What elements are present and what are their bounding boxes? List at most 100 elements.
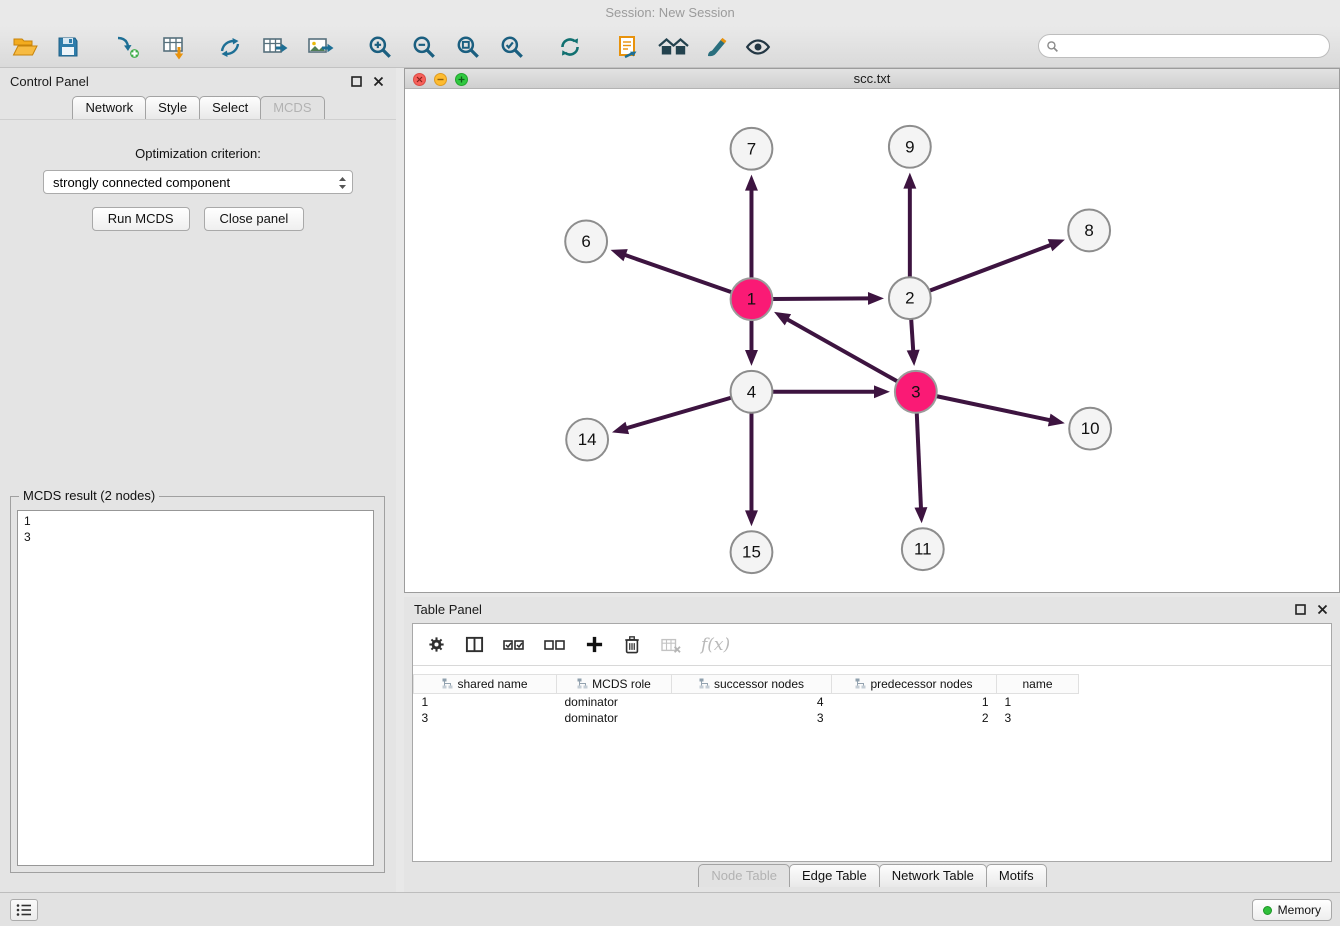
svg-text:8: 8 [1084,221,1093,240]
criterion-select-value: strongly connected component [53,175,230,190]
zoom-in-button[interactable] [365,32,395,62]
style-brush-button[interactable] [702,32,732,62]
tab-mcds[interactable]: MCDS [260,96,324,119]
column-header-predecessor-nodes[interactable]: predecessor nodes [832,675,997,694]
tab-node-table[interactable]: Node Table [698,864,790,887]
graph-edge-1-7 [745,175,758,279]
save-button[interactable] [53,32,83,62]
tab-select[interactable]: Select [199,96,261,119]
cell-predecessor-nodes[interactable]: 2 [832,710,997,726]
split-panel-button[interactable] [465,635,484,654]
import-table-button[interactable] [159,32,189,62]
graph-node-1[interactable]: 1 [731,278,773,320]
float-window-icon [1295,604,1306,615]
split-columns-icon [465,635,484,654]
memory-button[interactable]: Memory [1252,899,1332,921]
zoom-out-button[interactable] [409,32,439,62]
import-network-button[interactable] [113,32,143,62]
network-window-title: scc.txt [854,71,891,86]
cell-successor-nodes[interactable]: 4 [672,694,832,710]
zoom-selected-button[interactable] [497,32,527,62]
graph-node-9[interactable]: 9 [889,126,931,168]
search-field [1038,34,1330,58]
cell-successor-nodes[interactable]: 3 [672,710,832,726]
tab-network-table[interactable]: Network Table [879,864,987,887]
cell-predecessor-nodes[interactable]: 1 [832,694,997,710]
table-settings-button[interactable] [427,635,446,654]
table-toolbar: f(x) [413,624,1331,666]
column-header-successor-nodes[interactable]: successor nodes [672,675,832,694]
close-panel-pushbutton[interactable]: Close panel [204,207,305,231]
cell-mcds-role[interactable]: dominator [557,694,672,710]
export-table-button[interactable] [260,32,290,62]
minimize-window-button[interactable] [434,72,447,85]
task-history-button[interactable] [10,899,38,921]
column-header-name[interactable]: name [997,675,1079,694]
graph-node-8[interactable]: 8 [1068,210,1110,252]
window-titlebar: Session: New Session [0,0,1340,26]
copy-view-icon [616,34,640,60]
graph-node-15[interactable]: 15 [731,531,773,573]
export-image-button[interactable] [305,32,335,62]
network-canvas[interactable]: 7 9 6 8 1 2 4 3 14 10 15 11 [405,89,1339,592]
column-header-shared-name[interactable]: shared name [414,675,557,694]
control-panel-title: Control Panel [10,74,342,89]
table-panel-title: Table Panel [414,602,1286,617]
table-row[interactable]: 1 dominator 4 1 1 [414,694,1079,710]
graph-node-11[interactable]: 11 [902,528,944,570]
graph-node-3[interactable]: 3 [895,371,937,413]
network-share-icon [217,34,243,60]
optimization-criterion-label: Optimization criterion: [0,146,396,161]
cell-shared-name[interactable]: 3 [414,710,557,726]
graph-node-10[interactable]: 10 [1069,408,1111,450]
svg-text:2: 2 [905,289,914,308]
function-builder-button[interactable]: f(x) [701,635,730,655]
close-panel-button[interactable] [370,73,386,89]
graph-node-7[interactable]: 7 [731,128,773,170]
tab-style[interactable]: Style [145,96,200,119]
table-row[interactable]: 3 dominator 3 2 3 [414,710,1079,726]
graph-edge-1-4 [745,320,758,366]
graph-node-14[interactable]: 14 [566,419,608,461]
refresh-icon [557,34,583,60]
cell-shared-name[interactable]: 1 [414,694,557,710]
close-table-panel-button[interactable] [1314,601,1330,617]
graph-edge-3-10 [936,396,1065,426]
graph-node-2[interactable]: 2 [889,277,931,319]
refresh-button[interactable] [555,32,585,62]
run-mcds-button[interactable]: Run MCDS [92,207,190,231]
chevron-up-down-icon [338,176,347,193]
tab-network[interactable]: Network [72,96,146,119]
attribute-tree-icon [577,678,588,689]
delete-table-button[interactable] [660,636,682,654]
show-all-columns-button[interactable] [503,637,525,653]
cell-mcds-role[interactable]: dominator [557,710,672,726]
plus-icon [585,635,604,654]
copy-view-button[interactable] [613,32,643,62]
cell-name[interactable]: 3 [997,710,1079,726]
zoom-window-button[interactable] [455,72,468,85]
search-input[interactable] [1063,37,1329,55]
eye-button[interactable] [743,32,773,62]
zoom-fit-button[interactable] [453,32,483,62]
cell-name[interactable]: 1 [997,694,1079,710]
tab-edge-table[interactable]: Edge Table [789,864,880,887]
graph-node-4[interactable]: 4 [731,371,773,413]
close-window-button[interactable] [413,72,426,85]
hide-all-columns-button[interactable] [544,637,566,653]
column-header-mcds-role[interactable]: MCDS role [557,675,672,694]
mcds-result-list[interactable]: 1 3 [17,510,374,866]
tab-motifs[interactable]: Motifs [986,864,1047,887]
criterion-select[interactable]: strongly connected component [43,170,353,194]
delete-column-button[interactable] [623,634,641,655]
home-button[interactable] [655,32,691,62]
table-panel: Table Panel [404,597,1340,892]
open-file-button[interactable] [10,32,40,62]
import-table-icon [161,34,187,60]
graph-node-6[interactable]: 6 [565,220,607,262]
float-table-panel-button[interactable] [1292,601,1308,617]
svg-text:15: 15 [742,543,761,562]
create-column-button[interactable] [585,635,604,654]
network-arrows-button[interactable] [215,32,245,62]
float-panel-button[interactable] [348,73,364,89]
